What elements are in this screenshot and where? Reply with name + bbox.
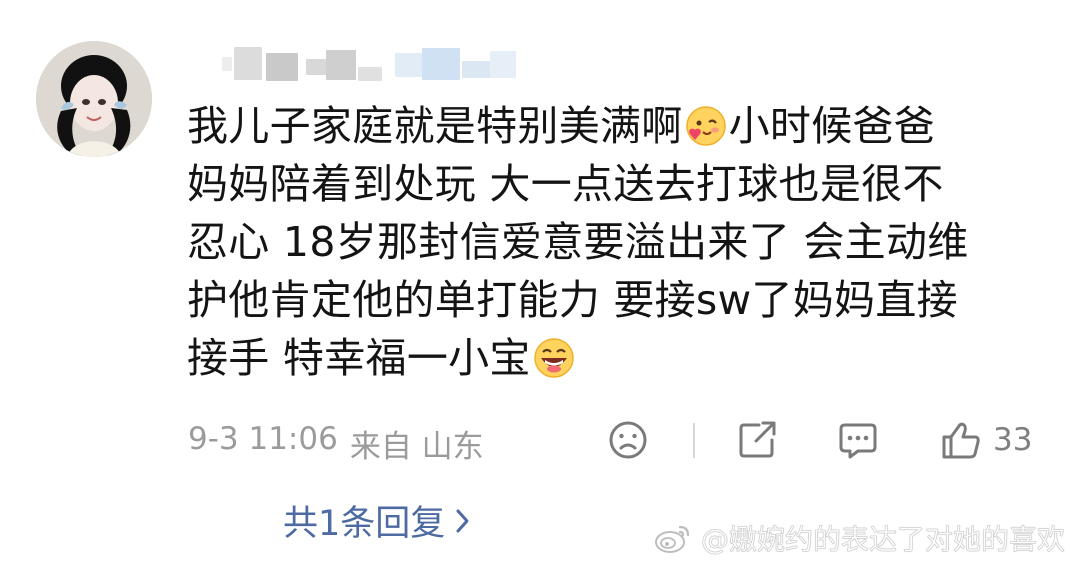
comment-segment: 接手 特幸福一小宝 — [187, 334, 531, 382]
blur-pixel — [358, 67, 382, 81]
like-count: 33 — [993, 422, 1033, 458]
share-button[interactable] — [735, 418, 779, 462]
blur-pixel — [395, 53, 423, 77]
comment-line: 忍心 18岁那封信爱意要溢出来了 会主动维 — [187, 213, 1037, 271]
blur-pixel — [306, 59, 326, 75]
thumbs-up-icon — [942, 422, 980, 459]
laughing-face-emoji-icon — [533, 338, 574, 378]
comment-icon — [839, 423, 877, 459]
weibo-logo-icon — [655, 525, 690, 553]
username-blurred[interactable] — [222, 45, 522, 87]
blur-pixel — [422, 48, 460, 80]
comment-time: 9-3 11:06 — [188, 421, 338, 457]
blur-pixel — [222, 57, 232, 71]
comment-line: 护他肯定他的单打能力 要接sw了妈妈直接 — [187, 271, 1037, 329]
avatar-image — [36, 41, 152, 157]
blur-pixel — [266, 53, 298, 81]
view-replies-link[interactable]: 共1条回复 — [283, 495, 472, 546]
comment-segment: 小时候爸爸 — [728, 102, 936, 150]
comment-segment: 忍心 18岁那封信爱意要溢出来了 会主动维 — [187, 218, 969, 266]
frown-face-icon — [609, 421, 647, 459]
comment-line: 妈妈陪着到处玩 大一点送去打球也是很不 — [187, 155, 1037, 213]
comment-segment: 妈妈陪着到处玩 大一点送去打球也是很不 — [187, 160, 944, 208]
comment-line: 接手 特幸福一小宝 — [187, 329, 1037, 387]
dislike-button[interactable] — [606, 418, 650, 462]
comment-line: 我儿子家庭就是特别美满啊 小时候爸爸 — [187, 97, 1037, 155]
comment-location: 来自 山东 — [349, 429, 484, 465]
avatar[interactable] — [36, 41, 152, 157]
blur-pixel — [326, 50, 356, 80]
comment-meta: 9-3 11:06 来自 山东 — [188, 421, 484, 466]
chevron-right-icon — [456, 509, 469, 532]
comment-button[interactable] — [836, 418, 880, 462]
watermark: @嫐婉约的表达了对她的喜欢 — [653, 518, 1065, 558]
heart-face-emoji-icon — [685, 106, 726, 146]
blur-pixel — [462, 61, 492, 78]
comment-segment: 护他肯定他的单打能力 要接sw了妈妈直接 — [187, 276, 958, 324]
reply-count-label: 共1条回复 — [283, 504, 446, 544]
share-icon — [739, 421, 776, 458]
watermark-text: @嫐婉约的表达了对她的喜欢 — [701, 523, 1066, 557]
blur-pixel — [490, 51, 516, 78]
comment-text: 我儿子家庭就是特别美满啊 小时候爸爸 妈妈陪着到处玩 大一点送去打球也是很不 忍… — [187, 97, 1037, 387]
like-button[interactable]: 33 — [939, 418, 1032, 462]
blur-pixel — [234, 47, 262, 80]
action-divider — [693, 423, 695, 458]
comment-segment: 我儿子家庭就是特别美满啊 — [187, 102, 683, 150]
